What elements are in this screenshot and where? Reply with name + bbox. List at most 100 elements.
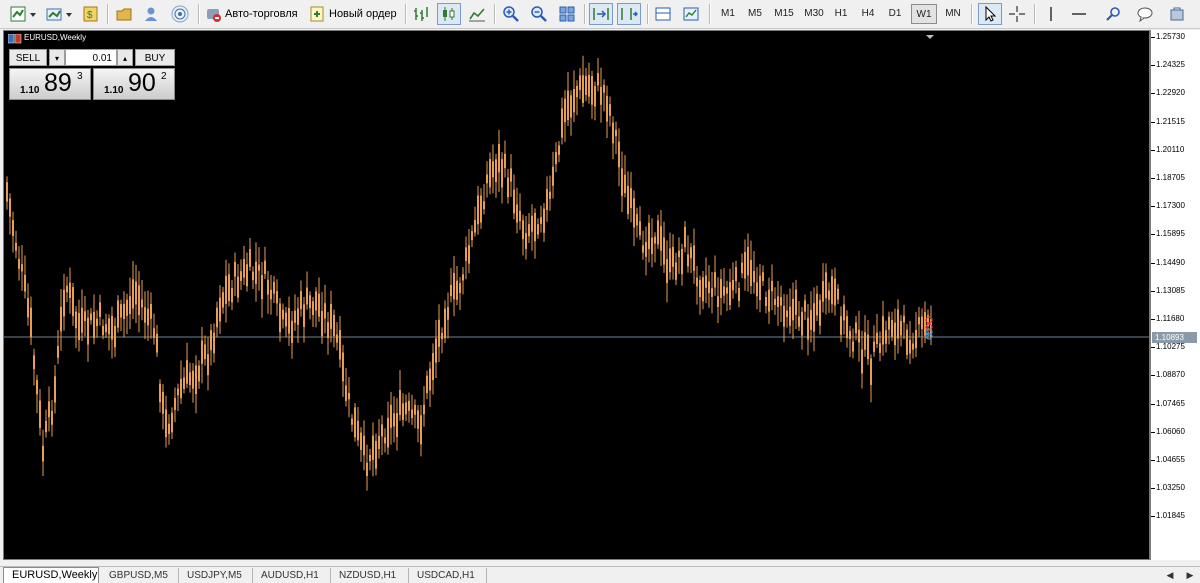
auto-trading-label: Авто-торговля: [225, 8, 298, 20]
price-tick: [1151, 37, 1155, 38]
templates-icon: [683, 7, 699, 21]
one-click-trading-panel: SELL ▾ 0.01 ▴ BUY 1.10 89 3 1.10 90 2: [9, 49, 175, 101]
chart-shift-marker: [926, 35, 934, 39]
sell-price-button[interactable]: 1.10 89 3: [9, 68, 91, 100]
tab-usdjpy-m5[interactable]: USDJPY,M5: [179, 568, 253, 583]
sell-button[interactable]: SELL: [9, 49, 47, 66]
tile-windows-button[interactable]: [556, 3, 578, 25]
cursor-button[interactable]: [978, 3, 1002, 25]
date-label: 8 Oct 2017: [517, 549, 557, 558]
tabs-scroll-left[interactable]: ◀: [1160, 568, 1180, 583]
tab-gbpusd-m5[interactable]: GBPUSD,M5: [101, 568, 179, 583]
zoom-in-icon: [503, 6, 519, 22]
timeframe-m15[interactable]: M15: [770, 4, 798, 24]
price-label: 1.03250: [1156, 483, 1185, 493]
chart-shift-button[interactable]: [617, 3, 641, 25]
profiles-icon: [46, 8, 72, 21]
timeframe-m1[interactable]: M1: [716, 4, 740, 24]
candlestick-icon: [443, 7, 455, 21]
svg-text:$: $: [87, 10, 93, 21]
price-label: 1.08870: [1156, 370, 1185, 380]
price-label: 1.14490: [1156, 257, 1185, 267]
horizontal-line-button[interactable]: [1068, 3, 1090, 25]
price-tick: [1151, 403, 1155, 405]
line-chart-icon: [469, 8, 485, 22]
tabs-scroll-right[interactable]: ▶: [1180, 568, 1200, 583]
folder-icon: [116, 8, 132, 21]
candles: [6, 55, 932, 491]
templates-button[interactable]: [680, 3, 702, 25]
timeframe-d1[interactable]: D1: [884, 4, 906, 24]
date-label: 30 Dec 2018: [744, 549, 791, 558]
zoom-in-button[interactable]: [500, 3, 522, 25]
navigator-button[interactable]: [113, 3, 135, 25]
sell-price-fraction: 3: [77, 71, 83, 82]
timeframe-m30[interactable]: M30: [800, 4, 828, 24]
new-chart-button[interactable]: [8, 3, 40, 25]
market-watch-button[interactable]: $: [80, 3, 102, 25]
buy-price-button[interactable]: 1.10 90 2: [93, 68, 175, 100]
price-label: 1.10275: [1156, 342, 1185, 352]
buy-price-fraction: 2: [161, 71, 167, 82]
tab-audusd-h1[interactable]: AUDUSD,H1: [253, 568, 331, 583]
price-label: 1.07465: [1156, 398, 1185, 408]
price-scale[interactable]: 1.25730 1.24325 1.22920 1.21515 1.20110 1.187…: [1150, 30, 1200, 560]
line-chart-button[interactable]: [466, 3, 488, 25]
lot-increase-button[interactable]: ▴: [117, 49, 133, 66]
terminal-button[interactable]: [140, 3, 162, 25]
timeframe-mn[interactable]: MN: [941, 4, 965, 24]
candlestick-chart: [4, 35, 1149, 491]
lot-decrease-button[interactable]: ▾: [49, 49, 65, 66]
date-label: 26 Feb 2017: [403, 549, 449, 558]
zoom-out-button[interactable]: [528, 3, 550, 25]
indicators-button[interactable]: [652, 3, 674, 25]
timeframe-h1[interactable]: H1: [830, 4, 852, 24]
candlestick-chart-button[interactable]: [437, 3, 461, 25]
tab-usdcad-h1[interactable]: USDCAD,H1: [409, 568, 487, 583]
bar-chart-icon: [414, 7, 428, 21]
price-label: 1.22920: [1156, 88, 1185, 98]
tab-nzdusd-h1[interactable]: NZDUSD,H1: [331, 568, 409, 583]
current-price-label: 1.10893: [1152, 332, 1197, 343]
horizontal-line-icon: [1072, 13, 1086, 15]
users-icon: [145, 7, 157, 21]
time-axis[interactable]: 4 Jan 2015 26 Apr 2015 16 Aug 2015 6 Dec 20…: [3, 545, 1150, 560]
search-button[interactable]: [1103, 3, 1125, 25]
date-label: 6 Dec 2015: [175, 549, 217, 558]
buy-button[interactable]: BUY: [135, 49, 175, 66]
date-label: 9 Sep 2018: [687, 549, 729, 558]
date-label: 21 Apr 2019: [801, 549, 845, 558]
chart-shift-icon: [621, 8, 638, 20]
market-button[interactable]: [1166, 3, 1188, 25]
chat-button[interactable]: [1134, 3, 1156, 25]
vertical-line-button[interactable]: [1041, 3, 1061, 25]
date-label: 26 Apr 2015: [61, 549, 106, 558]
date-label: 11 Aug 2019: [858, 549, 903, 558]
price-tick: [1151, 206, 1155, 208]
auto-trading-button[interactable]: Авто-торговля: [204, 3, 304, 25]
price-tick: [1151, 488, 1155, 490]
price-label: 1.17300: [1156, 201, 1185, 211]
lot-size-input[interactable]: 0.01: [65, 49, 117, 66]
robot-icon: [207, 9, 221, 22]
timeframe-h4[interactable]: H4: [857, 4, 879, 24]
date-label: 6 Nov 2016: [346, 549, 388, 558]
bar-chart-button[interactable]: [410, 3, 432, 25]
new-order-button[interactable]: Новый ордер: [308, 3, 400, 25]
price-tick: [1151, 262, 1155, 264]
date-label: 1 Dec 2019: [915, 549, 957, 558]
price-label: 1.25730: [1156, 32, 1185, 41]
profiles-button[interactable]: [44, 3, 76, 25]
vertical-line-icon: [1050, 7, 1052, 21]
signals-button[interactable]: [169, 3, 191, 25]
auto-scroll-button[interactable]: [589, 3, 613, 25]
timeframe-m5[interactable]: M5: [743, 4, 767, 24]
crosshair-button[interactable]: [1006, 3, 1028, 25]
tab-eurusd-weekly[interactable]: EURUSD,Weekly: [3, 567, 99, 583]
chart-area[interactable]: EURUSD,Weekly SELL ▾ 0.01 ▴ BUY 1.10 89 …: [3, 30, 1150, 560]
market-watch-icon: $: [83, 6, 98, 22]
price-label: 1.18705: [1156, 173, 1185, 182]
chart-title: EURUSD,Weekly: [24, 33, 87, 42]
chat-icon: [1137, 7, 1153, 23]
timeframe-w1[interactable]: W1: [911, 4, 937, 24]
